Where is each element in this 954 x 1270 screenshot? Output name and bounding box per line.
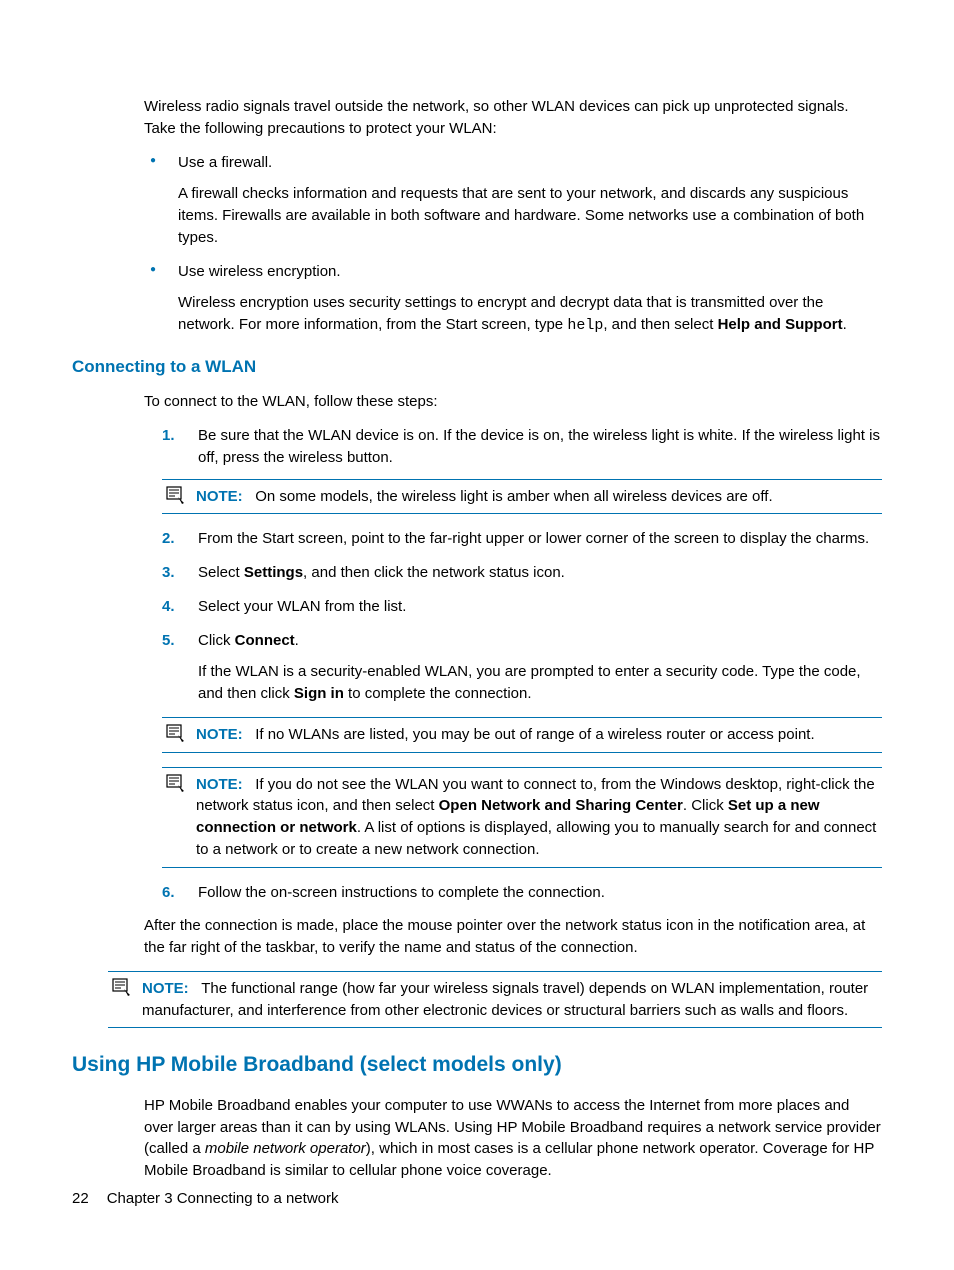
document-page: Wireless radio signals travel outside th… <box>0 0 954 1270</box>
list-sub: Wireless encryption uses security settin… <box>178 292 882 337</box>
step-text: Follow the on-screen instructions to com… <box>198 884 605 901</box>
chapter-label: Chapter 3 Connecting to a network <box>107 1190 339 1207</box>
text: Select <box>198 564 244 581</box>
page-number: 22 <box>72 1190 89 1207</box>
list-item: Use wireless encryption. Wireless encryp… <box>144 261 882 337</box>
note-text: On some models, the wireless light is am… <box>255 488 772 505</box>
section1-content: To connect to the WLAN, follow these ste… <box>144 391 882 959</box>
note-icon <box>166 486 186 504</box>
note-block: NOTE: On some models, the wireless light… <box>162 479 882 515</box>
text: . Click <box>683 797 728 814</box>
note-icon <box>166 774 186 792</box>
note-block: NOTE: If no WLANs are listed, you may be… <box>162 717 882 753</box>
after-paragraph: After the connection is made, place the … <box>144 915 882 959</box>
step-item: From the Start screen, point to the far-… <box>144 528 882 550</box>
text: . <box>295 632 299 649</box>
step-item: Follow the on-screen instructions to com… <box>144 882 882 904</box>
step-item: Be sure that the WLAN device is on. If t… <box>144 425 882 514</box>
list-lead: Use wireless encryption. <box>178 263 341 280</box>
code-text: help <box>567 317 603 334</box>
list-sub: A firewall checks information and reques… <box>178 183 882 248</box>
text: , and then select <box>603 316 717 333</box>
section2-paragraph: HP Mobile Broadband enables your compute… <box>144 1095 882 1182</box>
bold-text: Open Network and Sharing Center <box>439 797 683 814</box>
bold-text: Sign in <box>294 685 344 702</box>
note-icon <box>166 724 186 742</box>
section1-intro: To connect to the WLAN, follow these ste… <box>144 391 882 413</box>
bold-text: Settings <box>244 564 303 581</box>
step-text: Select your WLAN from the list. <box>198 598 406 615</box>
step-item: Click Connect. If the WLAN is a security… <box>144 630 882 868</box>
body-content: Wireless radio signals travel outside th… <box>144 96 882 337</box>
list-lead: Use a firewall. <box>178 154 272 171</box>
page-footer: 22 Chapter 3 Connecting to a network <box>72 1188 339 1210</box>
step-sub: If the WLAN is a security-enabled WLAN, … <box>198 661 882 705</box>
note-block: NOTE: The functional range (how far your… <box>108 971 882 1029</box>
italic-text: mobile network operator <box>205 1140 366 1157</box>
note-label: NOTE: <box>142 980 189 997</box>
text: . <box>843 316 847 333</box>
section-heading-broadband: Using HP Mobile Broadband (select models… <box>72 1050 882 1080</box>
note-label: NOTE: <box>196 726 243 743</box>
list-item: Use a firewall. A firewall checks inform… <box>144 152 882 249</box>
note-label: NOTE: <box>196 776 243 793</box>
bold-text: Help and Support <box>718 316 843 333</box>
steps-list: Be sure that the WLAN device is on. If t… <box>144 425 882 903</box>
step-text: Be sure that the WLAN device is on. If t… <box>198 427 880 466</box>
note-block: NOTE: If you do not see the WLAN you wan… <box>162 767 882 868</box>
text: Click <box>198 632 235 649</box>
bold-text: Connect <box>235 632 295 649</box>
note-label: NOTE: <box>196 488 243 505</box>
note-icon <box>112 978 132 996</box>
step-item: Select Settings, and then click the netw… <box>144 562 882 584</box>
step-item: Select your WLAN from the list. <box>144 596 882 618</box>
section-heading-connecting: Connecting to a WLAN <box>72 355 882 380</box>
step-text: From the Start screen, point to the far-… <box>198 530 869 547</box>
text: to complete the connection. <box>344 685 532 702</box>
note-text: The functional range (how far your wirel… <box>142 980 868 1019</box>
precautions-list: Use a firewall. A firewall checks inform… <box>144 152 882 337</box>
intro-paragraph: Wireless radio signals travel outside th… <box>144 96 882 140</box>
section2-content: HP Mobile Broadband enables your compute… <box>144 1095 882 1182</box>
text: , and then click the network status icon… <box>303 564 565 581</box>
note-text: If no WLANs are listed, you may be out o… <box>255 726 814 743</box>
